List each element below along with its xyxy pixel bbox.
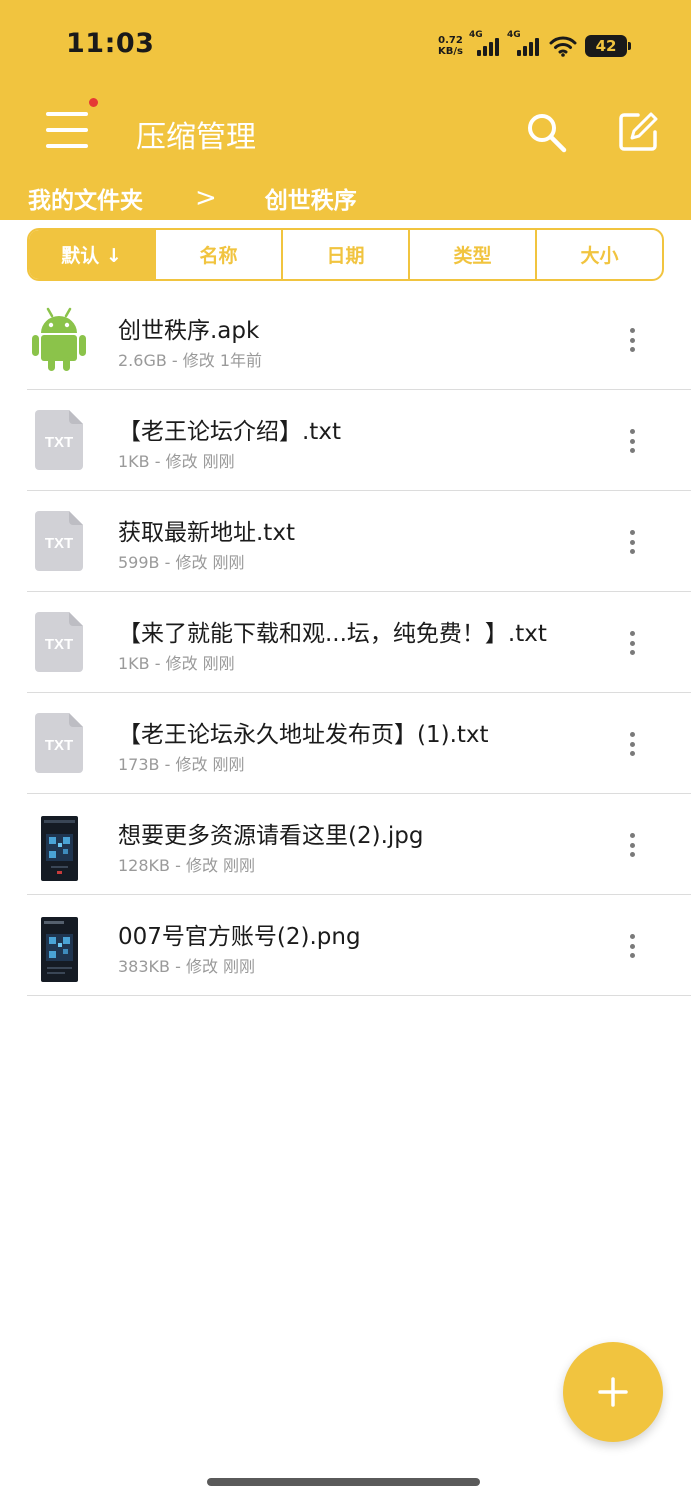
file-name: 创世秩序.apk <box>118 318 260 344</box>
edit-icon[interactable] <box>616 110 660 154</box>
file-name: 获取最新地址.txt <box>118 520 295 546</box>
file-meta: 2.6GB - 修改 1年前 <box>118 351 263 370</box>
status-time: 11:03 <box>66 28 155 59</box>
add-button[interactable] <box>563 1342 663 1442</box>
list-item[interactable]: TXT 【来了就能下载和观...坛，纯免费！】.txt 1KB - 修改 刚刚 <box>0 592 691 693</box>
page-title: 压缩管理 <box>136 120 256 155</box>
list-item[interactable]: TXT 【老王论坛介绍】.txt 1KB - 修改 刚刚 <box>0 390 691 491</box>
list-item[interactable]: TXT 获取最新地址.txt 599B - 修改 刚刚 <box>0 491 691 592</box>
breadcrumb-current[interactable]: 创世秩序 <box>265 181 357 215</box>
svg-text:TXT: TXT <box>45 636 73 653</box>
breadcrumb-root[interactable]: 我的文件夹 <box>28 181 143 215</box>
more-options-icon[interactable] <box>622 527 642 557</box>
file-name: 【老王论坛永久地址发布页】(1).txt <box>118 722 489 748</box>
sort-tab-type[interactable]: 类型 <box>408 230 535 279</box>
txt-file-icon: TXT <box>30 406 88 474</box>
more-options-icon[interactable] <box>622 325 642 355</box>
breadcrumb: 我的文件夹 > 创世秩序 <box>28 182 357 214</box>
signal-sim2-icon: 4G <box>507 30 541 56</box>
file-name: 007号官方账号(2).png <box>118 924 361 950</box>
status-icons: 0.72 KB/s 4G 4G 42 <box>438 30 631 62</box>
txt-file-icon: TXT <box>30 507 88 575</box>
more-options-icon[interactable] <box>622 628 642 658</box>
list-item[interactable]: 想要更多资源请看这里(2).jpg 128KB - 修改 刚刚 <box>0 794 691 895</box>
sort-tab-date[interactable]: 日期 <box>281 230 408 279</box>
list-item[interactable]: TXT 【老王论坛永久地址发布页】(1).txt 173B - 修改 刚刚 <box>0 693 691 794</box>
file-name: 想要更多资源请看这里(2).jpg <box>118 823 424 849</box>
file-meta: 1KB - 修改 刚刚 <box>118 654 235 673</box>
image-thumbnail <box>30 911 88 982</box>
image-thumbnail <box>30 810 88 881</box>
txt-file-icon: TXT <box>30 608 88 676</box>
file-meta: 128KB - 修改 刚刚 <box>118 856 256 875</box>
svg-text:TXT: TXT <box>45 535 73 552</box>
home-indicator[interactable] <box>207 1478 480 1486</box>
txt-file-icon: TXT <box>30 709 88 777</box>
file-meta: 1KB - 修改 刚刚 <box>118 452 235 471</box>
signal-sim1-icon: 4G <box>469 30 501 56</box>
sort-tabs: 默认 ↓ 名称 日期 类型 大小 <box>27 228 664 281</box>
file-meta: 599B - 修改 刚刚 <box>118 553 245 572</box>
file-name: 【来了就能下载和观...坛，纯免费！】.txt <box>118 621 547 647</box>
sort-tab-name[interactable]: 名称 <box>154 230 281 279</box>
svg-text:TXT: TXT <box>45 737 73 754</box>
app-header: 11:03 0.72 KB/s 4G 4G 42 压缩管理 我的文件夹 > 创世… <box>0 0 691 220</box>
network-speed: 0.72 KB/s <box>438 35 463 57</box>
file-meta: 173B - 修改 刚刚 <box>118 755 245 774</box>
notification-dot <box>89 98 98 107</box>
more-options-icon[interactable] <box>622 931 642 961</box>
file-meta: 383KB - 修改 刚刚 <box>118 957 256 976</box>
svg-text:TXT: TXT <box>45 434 73 451</box>
wifi-icon <box>549 36 577 57</box>
more-options-icon[interactable] <box>622 426 642 456</box>
sort-tab-default[interactable]: 默认 ↓ <box>29 230 154 279</box>
chevron-right-icon: > <box>195 183 217 213</box>
search-icon[interactable] <box>524 110 568 154</box>
more-options-icon[interactable] <box>622 729 642 759</box>
more-options-icon[interactable] <box>622 830 642 860</box>
hamburger-menu-icon[interactable] <box>46 108 88 152</box>
android-icon <box>30 305 88 373</box>
list-item[interactable]: 创世秩序.apk 2.6GB - 修改 1年前 <box>0 289 691 390</box>
list-item[interactable]: 007号官方账号(2).png 383KB - 修改 刚刚 <box>0 895 691 996</box>
sort-tab-size[interactable]: 大小 <box>535 230 662 279</box>
file-list: 创世秩序.apk 2.6GB - 修改 1年前 TXT 【老王论坛介绍】.txt… <box>0 289 691 996</box>
file-name: 【老王论坛介绍】.txt <box>118 419 341 445</box>
battery-icon: 42 <box>585 35 631 57</box>
plus-icon <box>598 1377 628 1407</box>
